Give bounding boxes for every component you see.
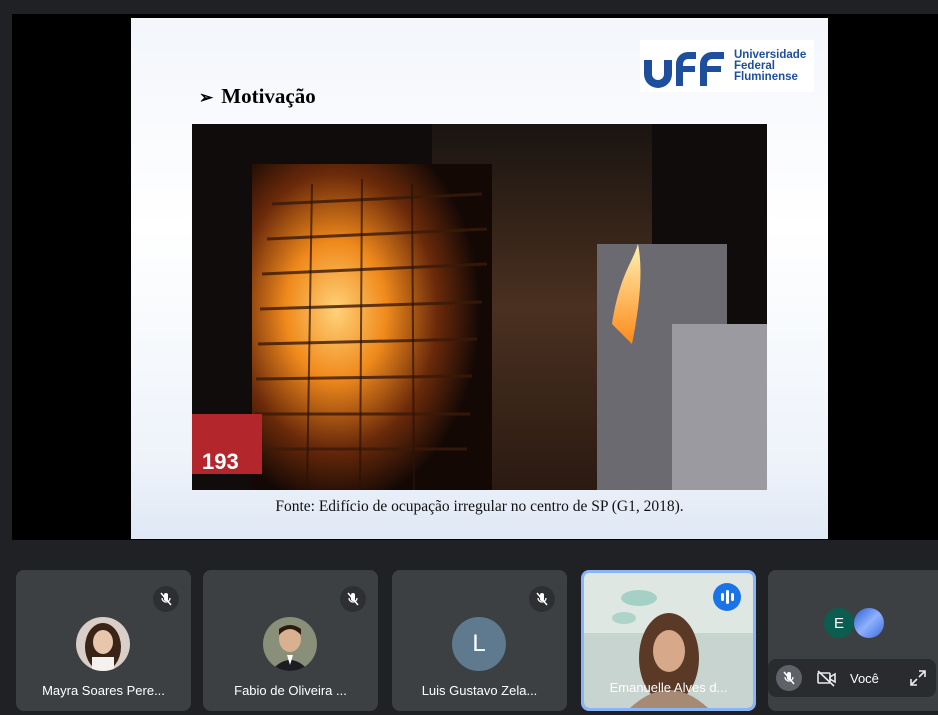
participant-name: Fabio de Oliveira ... xyxy=(234,683,347,698)
uff-logo-mark xyxy=(644,52,724,88)
self-avatar: E xyxy=(824,608,854,638)
self-controls: Você xyxy=(768,659,936,697)
slide-caption: Fonte: Edifício de ocupação irregular no… xyxy=(275,498,684,515)
uff-logo-text: Universidade Federal Fluminense xyxy=(734,48,807,83)
logo-line-1: Universidade xyxy=(734,48,807,61)
slide-title: Motivação xyxy=(221,84,316,108)
participant-name: Mayra Soares Pere... xyxy=(42,683,165,698)
logo-line-2: Federal xyxy=(734,59,775,72)
participant-name: Emanuelle Alves d... xyxy=(609,680,728,695)
self-label: Você xyxy=(850,670,879,686)
mic-off-icon xyxy=(529,586,555,612)
mic-off-icon[interactable] xyxy=(776,665,802,691)
arrow-bullet-icon: ➢ xyxy=(199,88,214,107)
participant-tile-active[interactable]: Emanuelle Alves d... xyxy=(581,570,756,711)
participant-name: Luis Gustavo Zela... xyxy=(421,683,538,698)
logo-line-3: Fluminense xyxy=(734,70,798,83)
avatar xyxy=(263,617,317,671)
firetruck-number: 193 xyxy=(202,449,239,474)
mic-off-icon xyxy=(153,586,179,612)
speaking-indicator-icon xyxy=(713,583,741,611)
expand-icon[interactable] xyxy=(909,669,927,687)
participant-tile[interactable]: Fabio de Oliveira ... xyxy=(203,570,378,711)
mic-off-icon xyxy=(340,586,366,612)
avatar xyxy=(76,617,130,671)
slide-heading: ➢ Motivação xyxy=(199,84,316,109)
self-view-tile[interactable]: E Você xyxy=(768,570,938,711)
camera-off-icon[interactable] xyxy=(816,669,838,687)
participant-tile[interactable]: Mayra Soares Pere... xyxy=(16,570,191,711)
effects-icon xyxy=(854,608,884,638)
shared-slide: Universidade Federal Fluminense ➢ Motivaç… xyxy=(131,18,828,539)
uff-logo: Universidade Federal Fluminense xyxy=(640,40,814,92)
building-fire-photo: 193 xyxy=(192,124,767,490)
participant-tile[interactable]: L Luis Gustavo Zela... xyxy=(392,570,567,711)
avatar: L xyxy=(452,617,506,671)
